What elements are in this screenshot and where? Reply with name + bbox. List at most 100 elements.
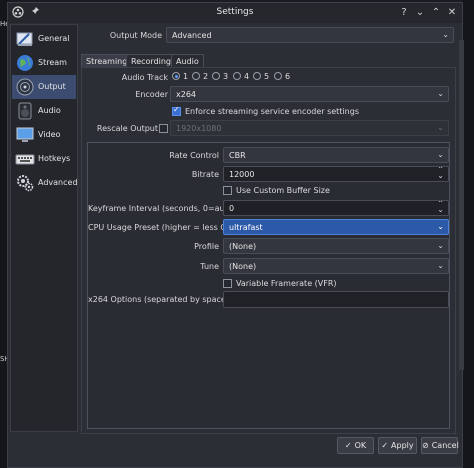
gears-icon	[15, 173, 35, 193]
radio-selected-icon	[172, 72, 180, 80]
close-button[interactable]: ✕	[445, 6, 459, 20]
sidebar-item-label: General	[38, 34, 70, 43]
rate-control-value: CBR	[229, 151, 246, 160]
output-mode-select[interactable]: Advanced ⌄	[166, 27, 454, 43]
sidebar-item-video[interactable]: Video	[12, 123, 76, 147]
check-icon: ✓	[381, 441, 389, 450]
audio-track-radio-4[interactable]: 4	[233, 72, 249, 84]
vertical-scrollbar[interactable]	[459, 40, 464, 370]
x264-options-label: x264 Options (separated by space)	[88, 295, 229, 304]
rescale-resolution-select: 1920x1080 ⌄	[170, 120, 449, 136]
tune-select[interactable]: (None) ⌄	[223, 258, 449, 274]
tune-label: Tune	[200, 262, 219, 271]
titlebar: Settings ? ⌄ ⌃ ✕	[8, 3, 462, 23]
cancel-icon: ⊘	[422, 441, 429, 450]
audio-track-radio-1[interactable]: 1	[172, 72, 188, 84]
checkbox-label: Use Custom Buffer Size	[236, 186, 330, 195]
radio-icon	[253, 72, 261, 80]
checkbox-icon	[223, 186, 232, 195]
custom-buffer-checkbox[interactable]: Use Custom Buffer Size	[223, 186, 330, 195]
maximize-button[interactable]: ⌃	[429, 6, 443, 20]
sidebar-item-label: Advanced	[38, 178, 78, 187]
minimize-button[interactable]: ⌄	[413, 6, 427, 20]
rate-control-select[interactable]: CBR ⌄	[223, 147, 449, 163]
spinner-arrows-icon[interactable]: ⌃ ⌄	[437, 167, 444, 180]
sidebar-item-advanced[interactable]: Advanced	[12, 171, 78, 195]
settings-sidebar: General Stream Output Audio Video Hotkey…	[10, 24, 78, 432]
window-title: Settings	[216, 7, 254, 17]
chevron-down-icon: ⌄	[437, 222, 444, 231]
apply-button[interactable]: ✓ Apply	[378, 437, 417, 454]
ok-button[interactable]: ✓ OK	[337, 437, 374, 454]
radio-label: 1	[183, 72, 189, 81]
sidebar-item-label: Stream	[38, 58, 67, 67]
cpu-preset-select[interactable]: ultrafast ⌄	[223, 219, 449, 235]
enforce-encoder-checkbox[interactable]: Enforce streaming service encoder settin…	[172, 105, 359, 116]
rescale-value: 1920x1080	[176, 124, 222, 133]
radio-label: 4	[244, 72, 250, 81]
keyframe-interval-input[interactable]: 0 ⌃ ⌄	[223, 200, 449, 216]
profile-select[interactable]: (None) ⌄	[223, 238, 449, 254]
sidebar-item-stream[interactable]: Stream	[12, 51, 76, 75]
audio-track-radio-3[interactable]: 3	[212, 72, 228, 84]
ok-label: OK	[354, 441, 367, 450]
radio-label: 2	[203, 72, 209, 81]
encoder-value: x264	[176, 90, 197, 99]
audio-track-radio-6[interactable]: 6	[274, 72, 290, 84]
checkbox-checked-icon	[172, 105, 181, 116]
cancel-label: Cancel	[431, 441, 459, 450]
chevron-down-icon: ⌄	[437, 261, 444, 270]
rescale-output-label: Rescale Output	[96, 124, 158, 133]
cpu-preset-label: CPU Usage Preset (higher = less CPU)	[88, 223, 240, 232]
audio-track-radio-5[interactable]: 5	[253, 72, 269, 84]
radio-icon	[233, 72, 241, 80]
vfr-checkbox[interactable]: Variable Framerate (VFR)	[223, 279, 337, 288]
radio-icon	[212, 72, 220, 80]
profile-value: (None)	[229, 242, 257, 251]
tab-audio[interactable]: Audio	[171, 54, 204, 68]
profile-label: Profile	[194, 242, 219, 251]
monitor-icon	[15, 125, 35, 145]
rate-control-label: Rate Control	[169, 151, 219, 160]
tab-streaming[interactable]: Streaming	[81, 54, 133, 68]
audio-track-label: Audio Track	[121, 73, 168, 82]
radio-icon	[192, 72, 200, 80]
encoder-label: Encoder	[135, 90, 168, 99]
sidebar-item-label: Video	[38, 130, 61, 139]
x264-options-input[interactable]	[223, 291, 449, 308]
checkbox-icon	[223, 279, 232, 288]
keyboard-icon	[15, 149, 35, 169]
sidebar-item-hotkeys[interactable]: Hotkeys	[12, 147, 76, 171]
cpu-preset-value: ultrafast	[229, 223, 263, 232]
radio-label: 3	[223, 72, 229, 81]
chevron-down-icon: ⌄	[437, 123, 444, 132]
keyframe-interval-label: Keyframe Interval (seconds, 0=auto)	[88, 204, 236, 213]
chevron-down-icon: ⌄	[437, 150, 444, 159]
checkbox-label: Variable Framerate (VFR)	[236, 279, 337, 288]
radio-label: 5	[264, 72, 270, 81]
encoder-select[interactable]: x264 ⌄	[170, 86, 449, 102]
bitrate-value: 12000	[229, 170, 255, 179]
cancel-button[interactable]: ⊘ Cancel	[421, 437, 459, 454]
globe-icon	[15, 53, 35, 73]
spinner-arrows-icon[interactable]: ⌃ ⌄	[437, 201, 444, 214]
sidebar-item-label: Audio	[38, 106, 61, 115]
keyframe-value: 0	[229, 204, 235, 213]
sidebar-item-audio[interactable]: Audio	[12, 99, 76, 123]
output-icon	[15, 77, 35, 97]
audio-track-radio-2[interactable]: 2	[192, 72, 208, 84]
sidebar-item-output[interactable]: Output	[12, 75, 76, 99]
chevron-down-icon: ⌄	[437, 241, 444, 250]
general-icon	[15, 29, 35, 49]
check-icon: ✓	[344, 441, 352, 450]
tab-recording[interactable]: Recording	[126, 54, 177, 68]
apply-label: Apply	[391, 441, 414, 450]
bitrate-label: Bitrate	[191, 170, 219, 179]
sidebar-item-general[interactable]: General	[12, 27, 76, 51]
chevron-down-icon: ⌄	[442, 30, 449, 39]
bitrate-input[interactable]: 12000 ⌃ ⌄	[223, 166, 449, 182]
tune-value: (None)	[229, 262, 257, 271]
checkbox-icon	[159, 124, 168, 133]
help-button[interactable]: ?	[397, 6, 411, 20]
sidebar-item-label: Output	[38, 82, 66, 91]
